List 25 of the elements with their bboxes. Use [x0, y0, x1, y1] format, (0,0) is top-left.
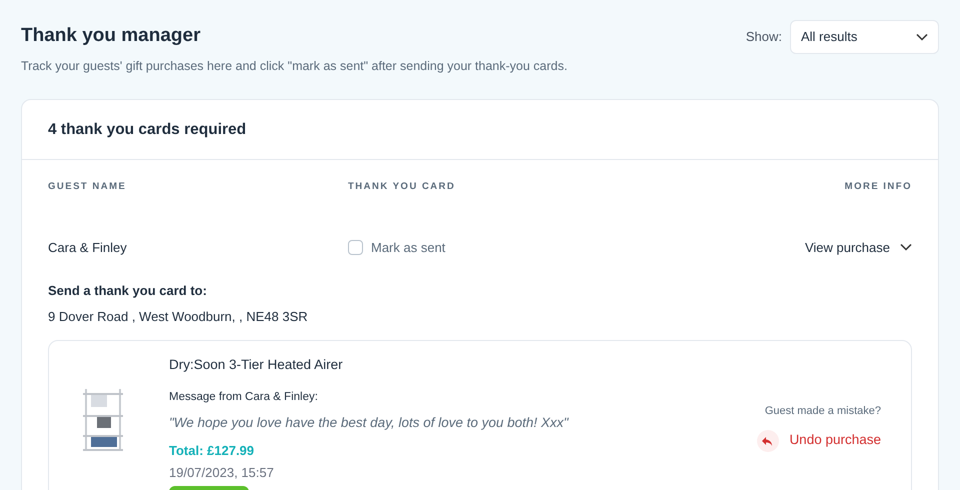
- mistake-label: Guest made a mistake?: [764, 404, 881, 419]
- card-title: 4 thank you cards required: [48, 120, 246, 140]
- column-header: GUEST NAME: [48, 181, 126, 192]
- undo-icon: [757, 430, 780, 452]
- guest-name: Cara & Finley: [48, 240, 127, 254]
- address-label: Send a thank you card to:: [48, 282, 207, 300]
- column-header: THANK YOU CARD: [348, 181, 456, 192]
- view-purchase-toggle[interactable]: View purchase: [804, 238, 912, 257]
- status-button[interactable]: [169, 486, 249, 490]
- filter-dropdown[interactable]: All results: [790, 20, 939, 54]
- message-label: Message from Cara & Finley:: [169, 390, 318, 406]
- checkbox[interactable]: [348, 240, 363, 255]
- chevron-down-icon: [916, 33, 928, 41]
- address: 9 Dover Road , West Woodburn, , NE48 3SR: [48, 308, 308, 326]
- undo-purchase-button[interactable]: Undo purchase: [757, 430, 881, 452]
- purchase-date: 19/07/2023, 15:57: [169, 464, 274, 482]
- column-header: MORE INFO: [844, 181, 912, 192]
- chevron-icon: [900, 243, 912, 252]
- gift-message: "We hope you love have the best day, lots of love to you both! Xxx": [169, 414, 568, 432]
- purchase-total: Total: £127.99: [169, 442, 254, 460]
- page-title: Thank you manager: [21, 24, 202, 48]
- mark-sent-label[interactable]: Mark as sent: [371, 238, 446, 257]
- filter-label: Show:: [746, 28, 782, 46]
- page-subtitle: Track your guests' gift purchases here and click "mark as sent" after sending your thank-you cards.: [21, 58, 568, 75]
- product-name: Dry:Soon 3-Tier Heated Airer: [169, 356, 343, 374]
